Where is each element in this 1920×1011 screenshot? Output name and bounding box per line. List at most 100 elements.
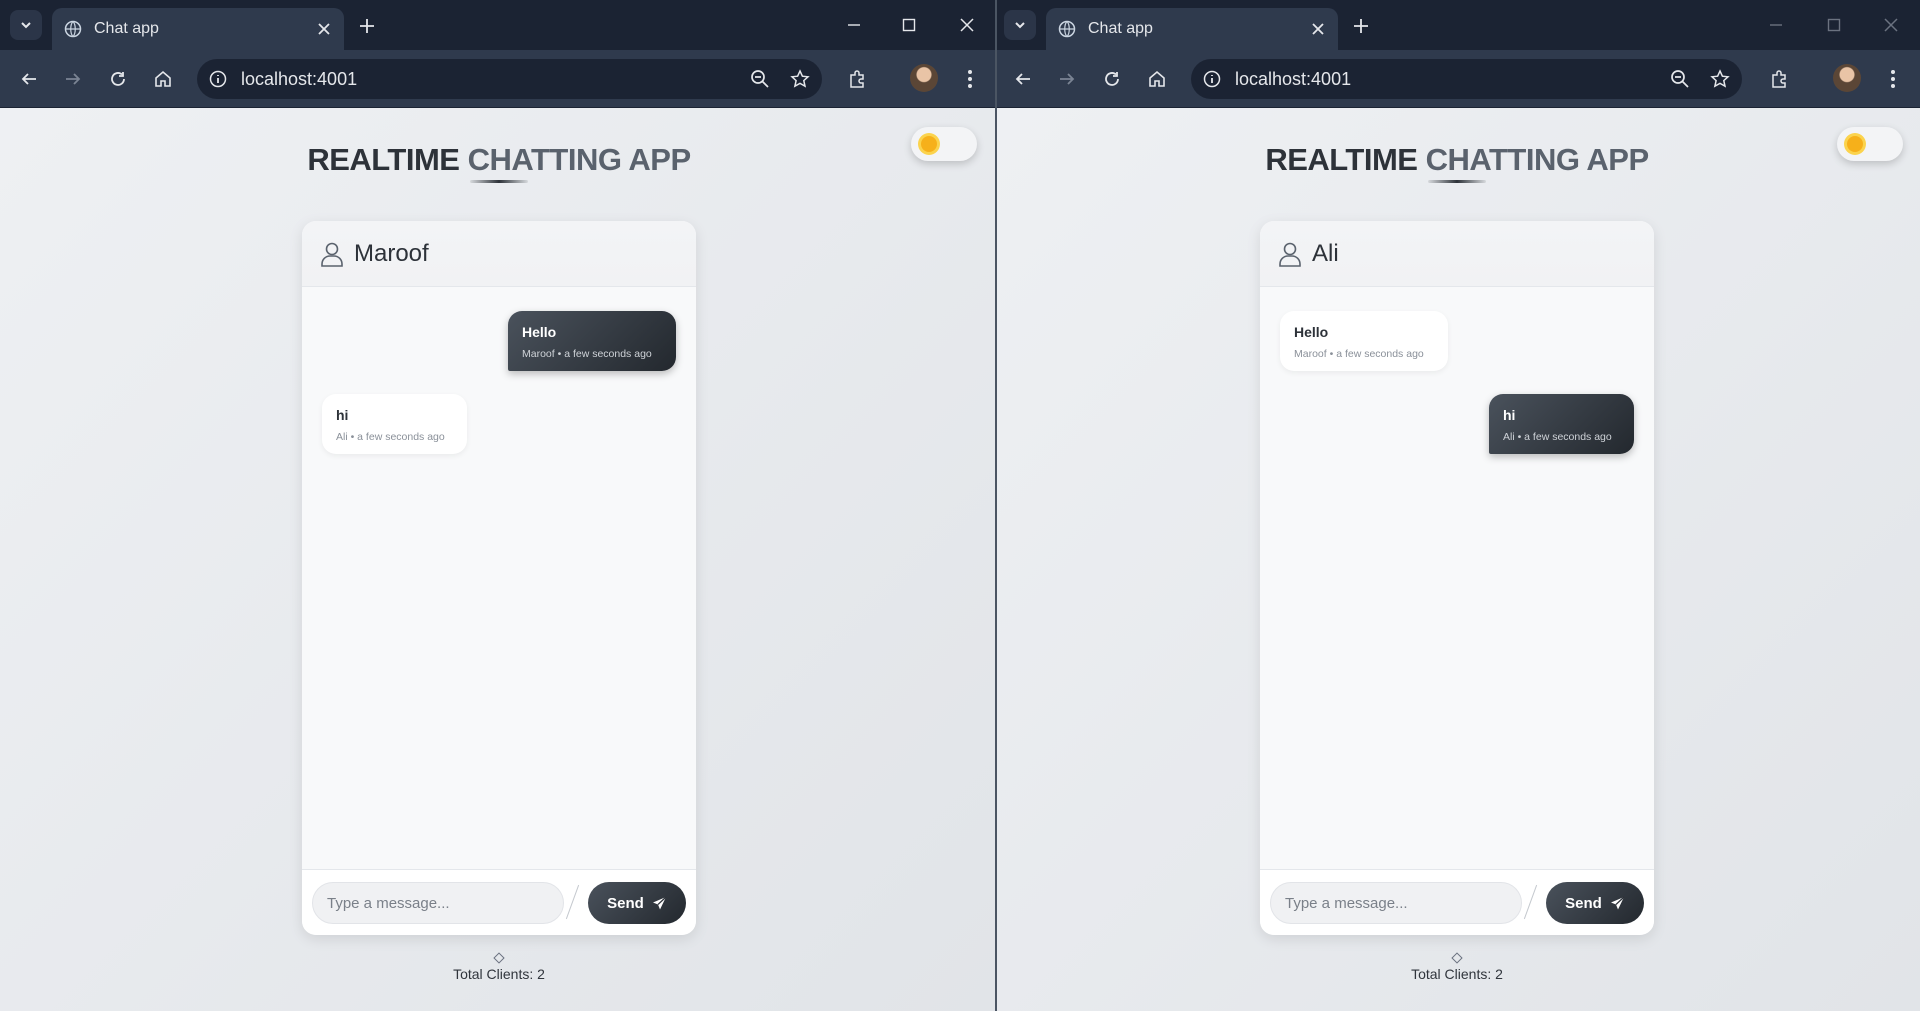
message-bubble-sent: hi Ali • a few seconds ago — [1489, 394, 1634, 454]
message-meta: Ali • a few seconds ago — [1503, 431, 1612, 443]
app-title-part2: CHATTING APP — [467, 142, 692, 177]
browser-menu-button[interactable] — [955, 64, 985, 94]
home-icon — [155, 70, 171, 87]
app-title: REALTIME CHATTING APP — [0, 142, 995, 178]
maximize-button[interactable] — [1820, 12, 1848, 38]
maximize-icon — [902, 18, 916, 32]
message-list: Hello Maroof • a few seconds ago hi Ali … — [1260, 287, 1654, 867]
browser-menu-button[interactable] — [1878, 64, 1908, 94]
profile-avatar[interactable] — [910, 64, 938, 92]
diamond-icon — [493, 952, 505, 964]
chat-username: Ali — [1312, 239, 1339, 267]
reload-button[interactable] — [103, 64, 133, 94]
theme-toggle[interactable] — [911, 127, 977, 161]
minimize-button[interactable] — [1762, 12, 1790, 38]
clients-counter: Total Clients: 2 — [997, 952, 1917, 982]
tab-search-button[interactable] — [10, 10, 42, 40]
back-icon — [1015, 73, 1030, 85]
message-bubble-received: hi Ali • a few seconds ago — [322, 394, 467, 454]
close-window-button[interactable] — [1877, 12, 1905, 38]
extensions-icon — [1772, 70, 1786, 88]
extensions-icon — [850, 70, 864, 88]
reload-button[interactable] — [1097, 64, 1127, 94]
zoom-icon[interactable] — [750, 69, 770, 89]
maximize-button[interactable] — [895, 12, 923, 38]
message-text: Hello — [522, 324, 557, 340]
message-bubble-sent: Hello Maroof • a few seconds ago — [508, 311, 676, 371]
minimize-icon — [1770, 24, 1782, 26]
message-list: Hello Maroof • a few seconds ago hi Ali … — [302, 287, 696, 867]
message-input[interactable] — [312, 882, 564, 924]
reload-icon — [1105, 72, 1119, 86]
site-info-icon[interactable] — [1203, 70, 1221, 88]
extensions-button[interactable] — [843, 64, 873, 94]
new-tab-button[interactable] — [1348, 13, 1374, 39]
tab-chat-app[interactable]: Chat app — [1046, 8, 1338, 50]
url-text: localhost:4001 — [241, 68, 358, 89]
chat-card: Maroof Hello Maroof • a few seconds ago … — [302, 221, 696, 935]
zoom-icon[interactable] — [1670, 69, 1690, 89]
title-bar: Chat app — [997, 0, 1920, 50]
home-button[interactable] — [148, 64, 178, 94]
close-icon — [960, 18, 974, 32]
minimize-button[interactable] — [840, 12, 868, 38]
tab-chat-app[interactable]: Chat app — [52, 8, 344, 50]
message-input[interactable] — [1270, 882, 1522, 924]
maximize-icon — [1827, 18, 1841, 32]
close-tab-icon[interactable] — [316, 21, 332, 37]
forward-button[interactable] — [58, 64, 88, 94]
message-text: hi — [336, 407, 349, 423]
star-icon[interactable] — [1710, 69, 1730, 89]
chat-card: Ali Hello Maroof • a few seconds ago hi … — [1260, 221, 1654, 935]
total-clients-text: Total Clients: 2 — [453, 966, 545, 982]
url-text: localhost:4001 — [1235, 68, 1352, 89]
tab-title: Chat app — [94, 20, 159, 37]
desktop: Chat app localhost:4001 REALTIME CHATTIN… — [0, 0, 1920, 1011]
sun-icon — [1847, 136, 1863, 152]
page-content: REALTIME CHATTING APP Ali Hello Maroof •… — [997, 108, 1920, 1011]
address-bar[interactable]: localhost:4001 — [197, 59, 822, 99]
clients-counter: Total Clients: 2 — [0, 952, 995, 982]
send-label: Send — [1565, 894, 1602, 912]
close-icon — [1884, 18, 1898, 32]
back-button[interactable] — [1008, 64, 1038, 94]
theme-toggle[interactable] — [1837, 127, 1903, 161]
forward-icon — [66, 73, 81, 85]
user-icon — [321, 242, 343, 267]
new-tab-button[interactable] — [354, 13, 380, 39]
chat-header: Ali — [1260, 221, 1654, 287]
profile-avatar[interactable] — [1833, 64, 1861, 92]
plus-icon — [360, 19, 374, 33]
back-button[interactable] — [14, 64, 44, 94]
user-icon — [1279, 242, 1301, 267]
globe-icon — [1058, 20, 1076, 38]
browser-window-right: Chat app localhost:4001 REALTIME CHATTIN… — [997, 0, 1920, 1011]
tab-search-button[interactable] — [1004, 10, 1036, 40]
page-content: REALTIME CHATTING APP Maroof Hello Maroo… — [0, 108, 995, 1011]
send-button[interactable]: Send — [1546, 882, 1644, 924]
home-icon — [1149, 70, 1165, 87]
message-text: Hello — [1294, 324, 1329, 340]
address-bar[interactable]: localhost:4001 — [1191, 59, 1742, 99]
message-composer: Send — [1260, 869, 1654, 935]
app-title-part1: REALTIME — [307, 142, 460, 177]
home-button[interactable] — [1142, 64, 1172, 94]
send-button[interactable]: Send — [588, 882, 686, 924]
extensions-button[interactable] — [1765, 64, 1795, 94]
close-window-button[interactable] — [953, 12, 981, 38]
star-icon[interactable] — [790, 69, 810, 89]
app-title-part1: REALTIME — [1265, 142, 1418, 177]
close-tab-icon[interactable] — [1310, 21, 1326, 37]
globe-icon — [64, 20, 82, 38]
menu-icon — [1891, 70, 1895, 88]
message-text: hi — [1503, 407, 1516, 423]
chevron-down-icon — [21, 22, 31, 29]
browser-toolbar: localhost:4001 — [997, 50, 1920, 108]
message-meta: Ali • a few seconds ago — [336, 431, 445, 443]
total-clients-text: Total Clients: 2 — [1411, 966, 1503, 982]
minimize-icon — [848, 24, 860, 26]
forward-button[interactable] — [1052, 64, 1082, 94]
message-composer: Send — [302, 869, 696, 935]
chevron-down-icon — [1015, 22, 1025, 29]
site-info-icon[interactable] — [209, 70, 227, 88]
